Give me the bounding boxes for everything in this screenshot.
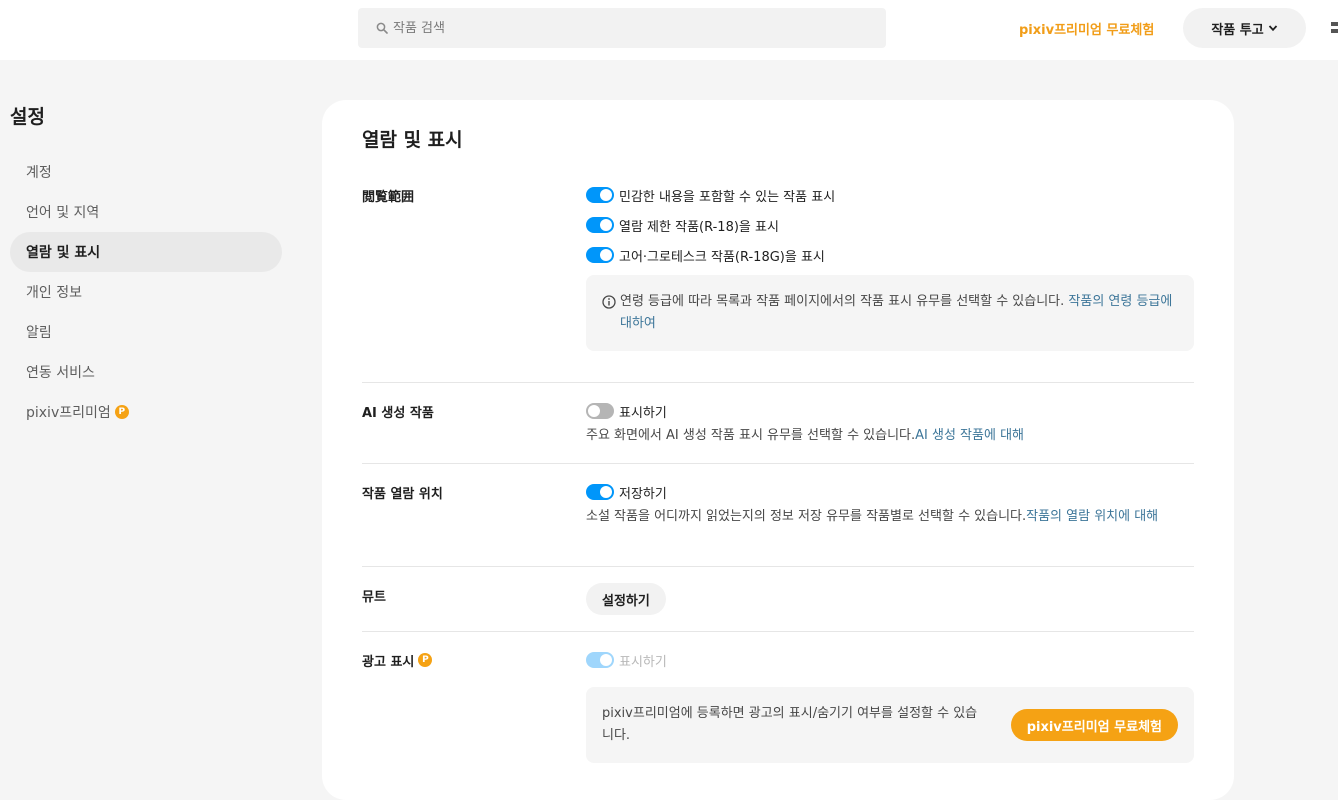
search-bar[interactable] (358, 8, 886, 48)
post-work-button[interactable]: 작품 투고 (1183, 8, 1306, 48)
premium-trial-link[interactable]: pixiv프리미엄 무료체험 (1019, 19, 1154, 38)
r18-toggle[interactable] (586, 217, 614, 233)
r18-toggle-row: 열람 제한 작품(R-18)을 표시 (586, 215, 1194, 235)
mute-section: 뮤트 설정하기 (362, 566, 1194, 632)
search-icon (376, 22, 388, 34)
ads-toggle-row: 표시하기 (586, 650, 1194, 670)
ads-premium-box: pixiv프리미엄에 등록하면 광고의 표시/숨기기 여부를 설정할 수 있습니… (586, 687, 1194, 763)
sidebar-item-label: 계정 (26, 165, 52, 181)
sensitive-toggle[interactable] (586, 187, 614, 203)
position-toggle-row: 저장하기 (586, 482, 1194, 502)
ads-section: 광고 표시 P 표시하기 pixiv프리미엄에 등록하면 광고의 표시/숨기기 … (362, 631, 1194, 771)
sidebar-item-privacy[interactable]: 개인 정보 (10, 272, 282, 312)
viewing-range-section: 閲覧範囲 민감한 내용을 포함할 수 있는 작품 표시 열람 제한 작품(R-1… (362, 185, 1194, 383)
ads-label: 광고 표시 P (362, 650, 433, 670)
ai-info-link[interactable]: AI 생성 작품에 대해 (915, 428, 1024, 443)
sidebar-item-notifications[interactable]: 알림 (10, 312, 282, 352)
age-rating-info-box: 연령 등급에 따라 목록과 작품 페이지에서의 작품 표시 유무를 선택할 수 … (586, 275, 1194, 351)
sidebar-item-label: 언어 및 지역 (26, 205, 100, 221)
r18-toggle-label: 열람 제한 작품(R-18)을 표시 (619, 219, 779, 235)
mute-settings-button[interactable]: 설정하기 (586, 583, 666, 615)
sidebar-item-label: 알림 (26, 325, 52, 341)
ai-description: 주요 화면에서 AI 생성 작품 표시 유무를 선택할 수 있습니다.AI 생성… (586, 425, 1194, 447)
mute-label: 뮤트 (362, 589, 386, 605)
position-toggle-label: 저장하기 (619, 486, 667, 502)
position-toggle[interactable] (586, 484, 614, 500)
sidebar-item-label: 열람 및 표시 (26, 245, 101, 261)
age-rating-info-text: 연령 등급에 따라 목록과 작품 페이지에서의 작품 표시 유무를 선택할 수 … (620, 294, 1069, 309)
r18g-toggle-label: 고어·그로테스크 작품(R-18G)을 표시 (619, 249, 825, 265)
post-work-label: 작품 투고 (1211, 22, 1264, 38)
ai-section: AI 생성 작품 표시하기 주요 화면에서 AI 생성 작품 표시 유무를 선택… (362, 382, 1194, 464)
premium-trial-button[interactable]: pixiv프리미엄 무료체험 (1010, 709, 1178, 741)
sidebar-item-display[interactable]: 열람 및 표시 (10, 232, 282, 272)
ads-description: pixiv프리미엄에 등록하면 광고의 표시/숨기기 여부를 설정할 수 있습니… (602, 706, 978, 743)
top-header: pixiv프리미엄 무료체험 작품 투고 (0, 0, 1338, 60)
reading-position-label: 작품 열람 위치 (362, 486, 443, 502)
search-input[interactable] (393, 20, 843, 36)
sidebar-item-premium[interactable]: pixiv프리미엄 P (10, 392, 282, 432)
chevron-down-icon (1268, 25, 1277, 32)
premium-badge-icon: P (114, 405, 129, 419)
settings-nav: 계정 언어 및 지역 열람 및 표시 개인 정보 알림 연동 서비스 pixiv… (10, 152, 282, 432)
position-description-text: 소설 작품을 어디까지 읽었는지의 정보 저장 유무를 작품별로 선택할 수 있… (586, 509, 1027, 524)
ads-toggle-label: 표시하기 (619, 654, 667, 670)
ads-label-text: 광고 표시 (362, 654, 415, 670)
age-rating-info: 연령 등급에 따라 목록과 작품 페이지에서의 작품 표시 유무를 선택할 수 … (620, 291, 1174, 335)
sidebar-item-label: 연동 서비스 (26, 365, 95, 381)
ads-toggle (586, 652, 614, 668)
sidebar-item-language[interactable]: 언어 및 지역 (10, 192, 282, 232)
r18g-toggle-row: 고어·그로테스크 작품(R-18G)을 표시 (586, 245, 1194, 265)
page-title: 열람 및 표시 (362, 129, 463, 151)
sidebar-item-label: pixiv프리미엄 (26, 405, 111, 421)
ai-toggle-row: 표시하기 (586, 401, 1194, 421)
sidebar-item-account[interactable]: 계정 (10, 152, 282, 192)
sensitive-toggle-row: 민감한 내용을 포함할 수 있는 작품 표시 (586, 185, 1194, 205)
sidebar-item-linked-services[interactable]: 연동 서비스 (10, 352, 282, 392)
ai-description-text: 주요 화면에서 AI 생성 작품 표시 유무를 선택할 수 있습니다. (586, 428, 916, 443)
info-icon (602, 295, 616, 309)
viewing-range-label: 閲覧範囲 (362, 189, 415, 205)
ai-toggle-label: 표시하기 (619, 405, 667, 421)
r18g-toggle[interactable] (586, 247, 614, 263)
sensitive-toggle-label: 민감한 내용을 포함할 수 있는 작품 표시 (619, 189, 836, 205)
reading-position-section: 작품 열람 위치 저장하기 소설 작품을 어디까지 읽었는지의 정보 저장 유무… (362, 463, 1194, 567)
message-icon[interactable] (1330, 20, 1338, 36)
settings-card: 열람 및 표시 閲覧範囲 민감한 내용을 포함할 수 있는 작품 표시 열람 제… (322, 100, 1234, 800)
position-info-link[interactable]: 작품의 열람 위치에 대해 (1026, 509, 1158, 524)
ai-toggle[interactable] (586, 403, 614, 419)
premium-badge-icon: P (418, 653, 433, 667)
ai-section-label: AI 생성 작품 (362, 405, 434, 421)
position-description: 소설 작품을 어디까지 읽었는지의 정보 저장 유무를 작품별로 선택할 수 있… (586, 506, 1194, 528)
sidebar-item-label: 개인 정보 (26, 285, 82, 301)
sidebar-title: 설정 (10, 106, 45, 128)
